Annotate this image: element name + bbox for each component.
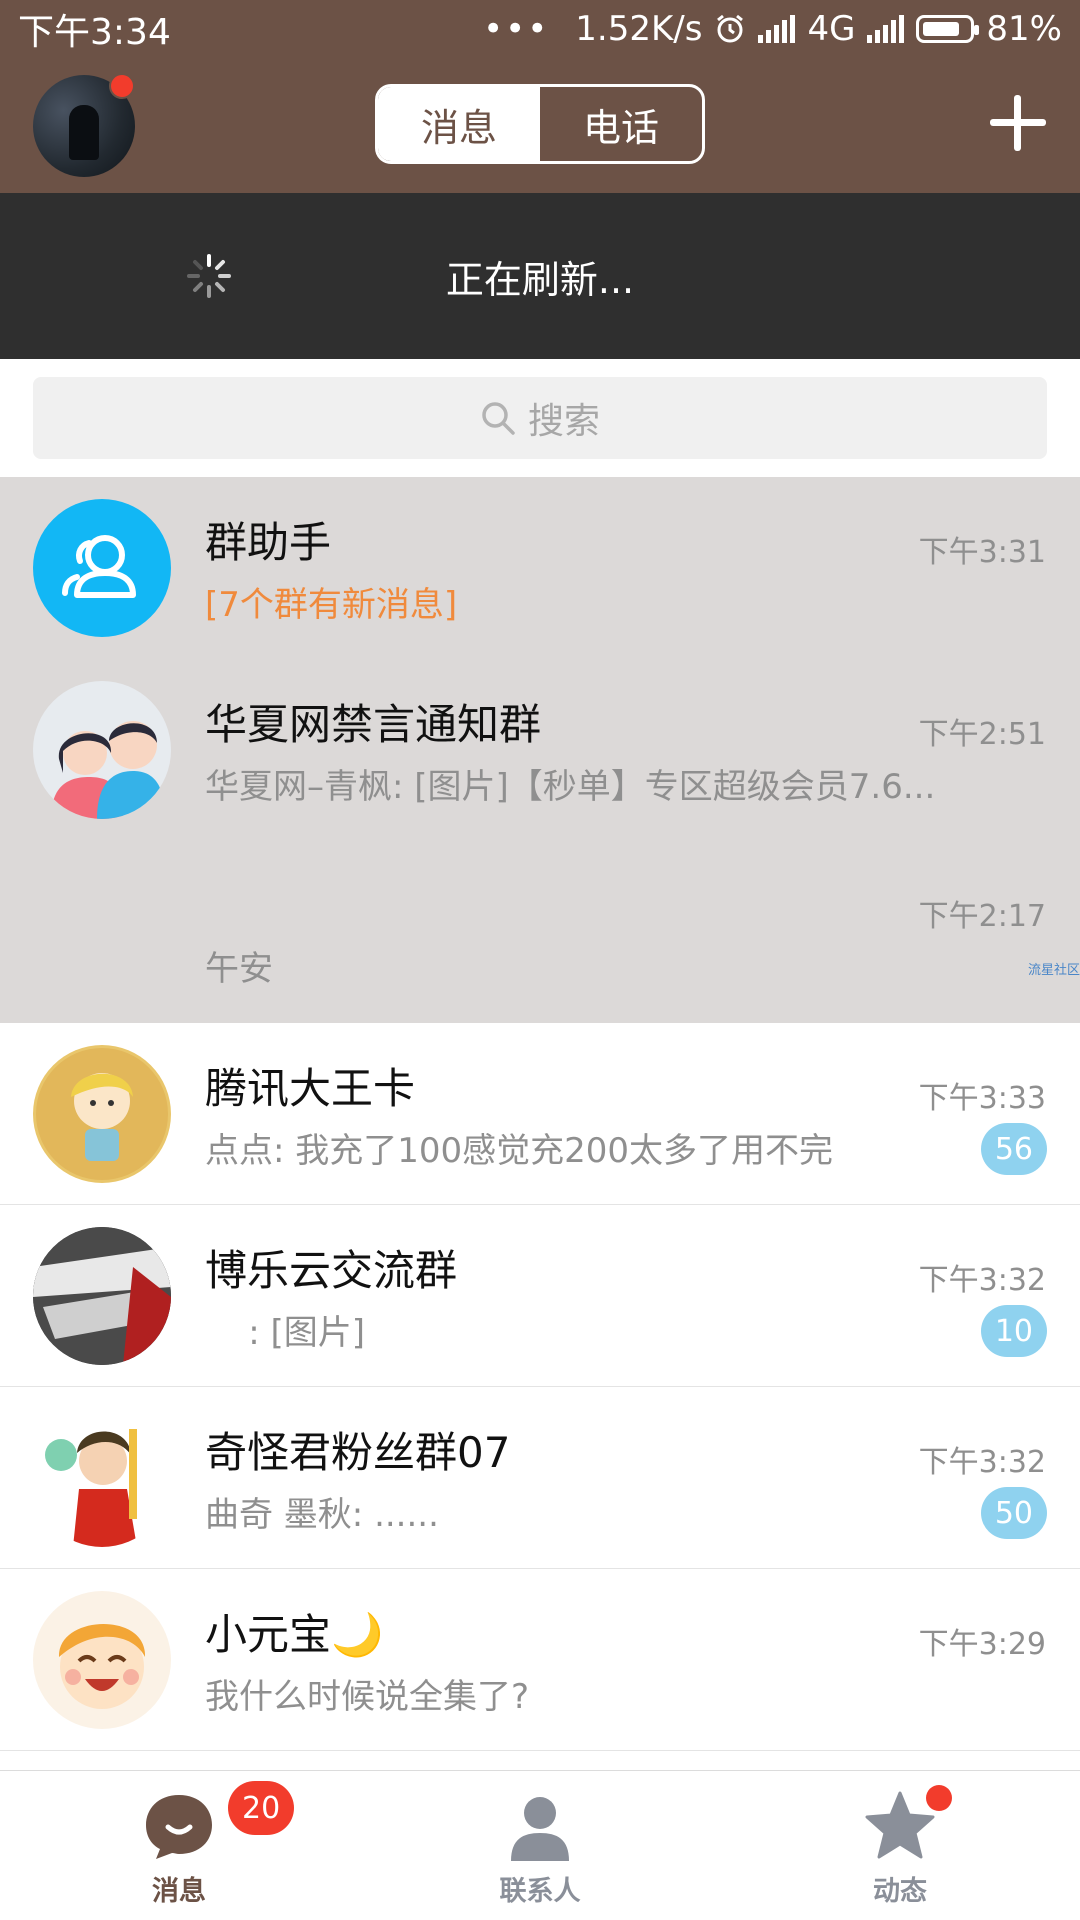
conversation-time: 下午2:17 (918, 899, 1046, 934)
search-placeholder: 搜索 (527, 401, 600, 442)
alarm-icon (717, 14, 744, 42)
conversation-preview: [7个群有新消息] (205, 585, 458, 625)
nav-moments[interactable]: 动态 (800, 1771, 1000, 1920)
conversation-name: 小元宝🌙 (205, 1610, 384, 1659)
conversation-name: 华夏网禁言通知群 (205, 700, 542, 749)
status-bar: 下午3:34 ••• 1.52K/s 4G 81% (0, 0, 1080, 57)
conversation-name: 群助手 (205, 518, 332, 567)
battery-icon (916, 14, 980, 43)
group-avatar (33, 1409, 171, 1547)
bottom-navigation: 消息 20 联系人 动态 (0, 1770, 1080, 1920)
title-bar: 消息 电话 (0, 57, 1080, 193)
battery-percent: 81% (986, 8, 1062, 49)
person-icon (511, 1797, 569, 1861)
group-helper-avatar (33, 499, 171, 637)
signal-icon (758, 14, 796, 43)
network-speed: 1.52K/s (575, 8, 703, 49)
add-icon[interactable] (990, 95, 1046, 151)
conversation-row-group-helper[interactable]: 群助手 [7个群有新消息] 下午3:31 (0, 477, 1080, 659)
conversation-preview: 华夏网–青枫: [图片]【秒单】专区超级会员7.6... (205, 767, 936, 807)
conversation-row[interactable]: 小元宝🌙 我什么时候说全集了? 下午3:29 (0, 1569, 1080, 1751)
conversation-time: 下午3:31 (918, 535, 1046, 570)
more-dots-icon: ••• (483, 8, 550, 49)
group-avatar (33, 681, 171, 819)
conversation-preview: 曲奇 墨秋: ...... (205, 1495, 439, 1535)
nav-label: 联系人 (499, 1876, 581, 1907)
conversation-preview: 午安 (205, 949, 273, 989)
cartoon-avatar-icon (36, 1048, 168, 1180)
group-avatar (33, 1227, 171, 1365)
conversation-row[interactable]: 腾讯大王卡 点点: 我充了100感觉充200太多了用不完 下午3:33 56 (0, 1023, 1080, 1205)
network-type: 4G (807, 8, 856, 49)
nav-label: 消息 (152, 1876, 206, 1907)
unread-badge: 56 (980, 1123, 1047, 1175)
conversation-time: 下午2:51 (918, 717, 1046, 752)
nav-contacts[interactable]: 联系人 (440, 1771, 640, 1920)
conversation-time: 下午3:32 (918, 1445, 1046, 1480)
signal-icon-2 (867, 14, 905, 43)
laughing-boy-icon (58, 1623, 146, 1709)
conversation-list: 群助手 [7个群有新消息] 下午3:31 华夏网禁言通知群 华夏网–青枫: [图… (0, 477, 1080, 1751)
status-time: 下午3:34 (18, 11, 171, 53)
refresh-text: 正在刷新... (445, 258, 635, 302)
unread-badge: 10 (980, 1305, 1047, 1357)
anime-character-icon (45, 1429, 137, 1547)
unread-count-badge: 20 (228, 1781, 295, 1835)
conversation-time: 下午3:32 (918, 1263, 1046, 1298)
watermark: 流星社区 (1027, 963, 1080, 978)
couple-icon (51, 721, 165, 819)
conversation-preview: 点点: 我充了100感觉充200太多了用不完 (205, 1131, 834, 1171)
conversation-time: 下午3:29 (918, 1627, 1046, 1662)
chat-bubble-icon (146, 1795, 212, 1859)
conversation-time: 下午3:33 (918, 1081, 1046, 1116)
conversation-row[interactable]: 午安 下午2:17 流星社区 (0, 841, 1080, 1023)
contact-avatar (33, 1045, 171, 1183)
conversation-name: 博乐云交流群 (205, 1246, 458, 1295)
nav-label: 动态 (873, 1876, 927, 1907)
group-people-icon (62, 535, 136, 598)
unread-badge: 50 (980, 1487, 1047, 1539)
search-icon (482, 402, 515, 435)
moments-notification-dot (926, 1785, 952, 1811)
conversation-row[interactable]: 博乐云交流群 : [图片] 下午3:32 10 (0, 1205, 1080, 1387)
tab-calls[interactable]: 电话 (540, 87, 702, 161)
contact-avatar (33, 1591, 171, 1729)
conversation-name: 奇怪君粉丝群07 (205, 1428, 511, 1477)
refresh-banner: 正在刷新... (0, 193, 1080, 359)
avatar-notification-dot (109, 73, 135, 99)
search-area: 搜索 (0, 359, 1080, 477)
conversation-preview: 我什么时候说全集了? (205, 1677, 530, 1717)
conversation-row[interactable]: 华夏网禁言通知群 华夏网–青枫: [图片]【秒单】专区超级会员7.6... 下午… (0, 659, 1080, 841)
conversation-name: 腾讯大王卡 (205, 1064, 416, 1113)
tab-switcher: 消息 电话 (375, 84, 705, 164)
conversation-row[interactable]: 奇怪君粉丝群07 曲奇 墨秋: ...... 下午3:32 50 (0, 1387, 1080, 1569)
conversation-preview: : [图片] (205, 1313, 366, 1353)
search-input[interactable]: 搜索 (33, 377, 1047, 459)
tab-messages[interactable]: 消息 (378, 87, 540, 161)
laptop-photo-icon (33, 1227, 171, 1365)
